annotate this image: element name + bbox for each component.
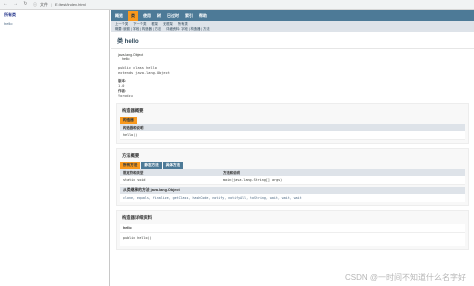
- page-title: 类 hello: [117, 39, 139, 45]
- address-label: 文件: [40, 1, 48, 7]
- nav-tree[interactable]: 树: [156, 13, 162, 19]
- author-value: Yorodzu: [118, 94, 133, 98]
- method-tabs: 所有方法 静态方法 具体方法: [120, 162, 465, 169]
- forward-icon[interactable]: →: [13, 2, 18, 7]
- method-summary: 方法概要 所有方法 静态方法 具体方法 限定符和类型 方法和说明 static …: [116, 148, 469, 206]
- nav-class: 类: [128, 10, 138, 21]
- constructor-summary: 构造器概要 构造器 构造器和说明 hello(): [116, 103, 469, 144]
- nav-overview[interactable]: 概览: [114, 13, 124, 19]
- nav-help[interactable]: 帮助: [198, 13, 208, 19]
- column-header: 限定符和类型: [123, 171, 144, 175]
- tab-all-methods[interactable]: 所有方法: [120, 162, 141, 169]
- sub-navbar: 上一个类 下一个类 框架 无框架 所有类 概要: 嵌套 | 字段 | 构造器 |…: [111, 21, 474, 32]
- caption-tab: 构造器: [120, 117, 137, 124]
- section-heading: 构造器详细资料: [122, 215, 153, 220]
- section-heading: 构造器概要: [122, 108, 144, 113]
- nav-use[interactable]: 使用: [142, 13, 152, 19]
- all-classes-header: 所有类: [4, 12, 16, 17]
- member-name: hello: [120, 224, 465, 233]
- inheritance-tree: java.lang.Object hello: [111, 49, 474, 61]
- watermark: CSDN @一时间不知道什么名字好: [344, 273, 466, 282]
- nav-index[interactable]: 索引: [184, 13, 194, 19]
- url-field[interactable]: ⓘ 文件 | E:/test/index.html: [33, 2, 86, 8]
- column-header: 方法和说明: [223, 171, 240, 175]
- back-icon[interactable]: ←: [3, 2, 8, 7]
- all-classes-frame: 所有类 hello: [0, 10, 110, 286]
- table-header: 构造器和说明: [120, 124, 465, 131]
- info-icon: ⓘ: [33, 1, 37, 7]
- class-link-hello[interactable]: hello: [0, 20, 109, 27]
- header-block: 类 hello: [111, 32, 474, 49]
- table-row: hello(): [120, 131, 465, 140]
- table-row: static void main(java.lang.String[] args…: [120, 176, 465, 185]
- tab-concrete-methods[interactable]: 具体方法: [162, 162, 184, 169]
- member-signature: public hello(): [120, 233, 465, 246]
- class-tags: 版本: 1.0 作者: Yorodzu: [111, 76, 474, 99]
- constructor-link[interactable]: hello(): [123, 133, 137, 137]
- method-link[interactable]: main(java.lang.String[] args): [223, 178, 462, 182]
- tab-static-methods[interactable]: 静态方法: [141, 162, 162, 169]
- constructor-detail: 构造器详细资料 hello public hello(): [116, 210, 469, 250]
- class-frame: 概览 类 使用 树 已过时 索引 帮助 上一个类 下一个类 框架 无框架 所有类…: [111, 10, 474, 286]
- top-navbar: 概览 类 使用 树 已过时 索引 帮助: [111, 10, 474, 21]
- method-modifier: static void: [123, 178, 146, 182]
- inherited-methods-heading: 从类继承的方法 java.lang.Object: [120, 187, 465, 194]
- address-path: E:/test/index.html: [55, 2, 86, 7]
- address-separator: |: [51, 2, 53, 7]
- summary-links[interactable]: 概要: 嵌套 | 字段 | 构造器 | 方法: [115, 27, 161, 32]
- section-heading: 方法概要: [122, 153, 140, 158]
- class-declaration: public class hello extends java.lang.Obj…: [111, 61, 474, 76]
- nav-deprecated[interactable]: 已过时: [166, 13, 180, 19]
- table-header: 限定符和类型 方法和说明: [120, 169, 465, 176]
- inherited-methods-list[interactable]: clone, equals, finalize, getClass, hashC…: [120, 194, 465, 202]
- address-bar: ← → ↻ ⓘ 文件 | E:/test/index.html: [0, 0, 474, 10]
- detail-links[interactable]: 详细资料: 字段 | 构造器 | 方法: [166, 27, 209, 32]
- reload-icon[interactable]: ↻: [23, 2, 28, 7]
- column-header: 构造器和说明: [123, 126, 144, 130]
